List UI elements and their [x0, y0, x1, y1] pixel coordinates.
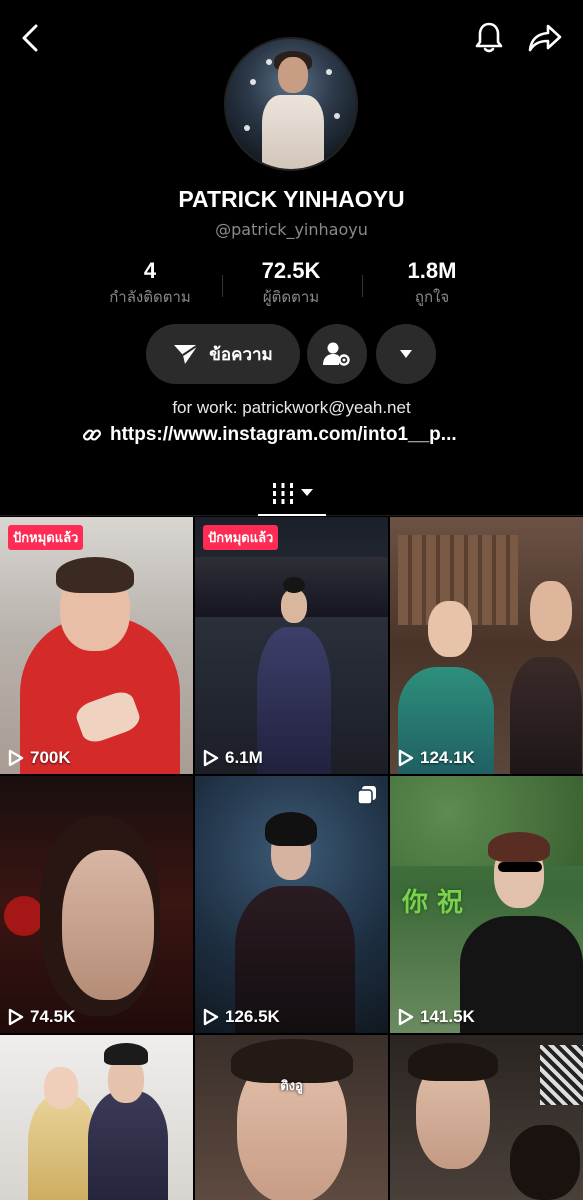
thumb-sunglasses — [498, 862, 542, 872]
thumb-figure-hair — [104, 1043, 148, 1065]
video-view-count: 141.5K — [398, 1007, 475, 1027]
profile-avatar[interactable] — [224, 37, 358, 171]
stat-followers-value: 72.5K — [261, 258, 321, 283]
triangle-down-icon — [400, 350, 412, 358]
thumb-dog — [510, 1125, 580, 1200]
thumb-figure-robe — [257, 627, 331, 774]
view-count-text: 6.1M — [225, 748, 263, 767]
person-gear-icon — [323, 342, 350, 366]
bell-icon — [475, 22, 503, 53]
play-outline-icon — [398, 749, 414, 767]
play-outline-icon — [8, 749, 24, 767]
notifications-button[interactable] — [470, 18, 508, 58]
thumb-pattern — [540, 1045, 583, 1105]
video-view-count: 124.1K — [398, 748, 475, 768]
thumb-figure-hair — [283, 577, 305, 593]
message-button-label: ข้อความ — [209, 344, 273, 365]
avatar-petal — [250, 79, 256, 85]
back-button[interactable] — [14, 20, 46, 56]
more-options-button[interactable] — [376, 324, 436, 384]
thumb-figure-face — [62, 850, 154, 1000]
thumb-figure-hair — [488, 832, 550, 862]
link-icon — [82, 429, 102, 441]
thumb-figure-robe — [510, 657, 582, 774]
profile-handle: @patrick_yinhaoyu — [215, 220, 368, 239]
stat-likes-value: 1.8M — [407, 258, 457, 283]
video-view-count: 126.5K — [203, 1007, 280, 1027]
stat-followers-label: ผู้ติดตาม — [262, 288, 320, 306]
stat-followers[interactable]: 72.5K ผู้ติดตาม — [221, 258, 361, 309]
thumb-figure-jacket — [460, 916, 583, 1033]
video-thumbnail[interactable]: 你 祝 141.5K — [390, 776, 583, 1033]
play-outline-icon — [398, 1008, 414, 1026]
video-thumbnail[interactable]: 126.5K — [195, 776, 388, 1033]
profile-bio: for work: patrickwork@yeah.net — [172, 398, 411, 417]
stat-likes-label: ถูกใจ — [414, 288, 450, 306]
paper-plane-icon — [174, 344, 199, 364]
play-outline-icon — [8, 1008, 24, 1026]
avatar-petal — [334, 113, 340, 119]
thumb-figure-face — [281, 589, 307, 623]
message-button[interactable]: ข้อความ — [146, 324, 300, 384]
avatar-petal — [266, 59, 272, 65]
video-thumbnail[interactable]: ติงอู — [195, 1035, 388, 1200]
avatar-petal — [326, 69, 332, 75]
tab-videos[interactable] — [258, 470, 326, 516]
thumb-figure-hair — [408, 1043, 498, 1081]
caret-down-icon — [301, 489, 313, 496]
pinned-badge: ปักหมุดแล้ว — [203, 525, 279, 550]
thumb-figure-face — [428, 601, 472, 657]
thumb-trees — [390, 776, 583, 866]
stat-following-label: กำลังติดตาม — [109, 288, 191, 306]
play-outline-icon — [203, 749, 219, 767]
thumb-figure-hair — [265, 812, 317, 846]
friend-settings-button[interactable] — [307, 324, 367, 384]
profile-link[interactable]: https://www.instagram.com/into1__p... — [82, 424, 522, 446]
thumb-figure-hair — [56, 557, 134, 593]
video-thumbnail[interactable] — [390, 1035, 583, 1200]
view-count-text: 700K — [30, 748, 71, 767]
share-button[interactable] — [525, 18, 565, 58]
view-count-text: 124.1K — [420, 748, 475, 767]
multi-image-icon — [357, 786, 376, 805]
videos-grid-icon — [273, 483, 293, 504]
video-caption: ติงอู — [280, 1079, 303, 1094]
pinned-badge: ปักหมุดแล้ว — [8, 525, 84, 550]
video-thumbnail[interactable]: ปักหมุดแล้ว 6.1M — [195, 517, 388, 774]
stat-likes[interactable]: 1.8M ถูกใจ — [362, 258, 502, 309]
video-thumbnail[interactable]: 74.5K — [0, 776, 193, 1033]
content-tab-bar — [0, 470, 583, 516]
video-view-count: 700K — [8, 748, 71, 768]
stat-following-value: 4 — [143, 258, 157, 283]
video-view-count: 74.5K — [8, 1007, 75, 1027]
play-outline-icon — [203, 1008, 219, 1026]
view-count-text: 141.5K — [420, 1007, 475, 1026]
view-count-text: 74.5K — [30, 1007, 76, 1026]
thumb-red-flower — [4, 896, 44, 936]
avatar-figure-head — [278, 57, 308, 93]
video-thumbnail[interactable] — [0, 1035, 193, 1200]
thumb-figure-face — [44, 1067, 78, 1109]
video-thumbnail[interactable]: ปักหมุดแล้ว 700K — [0, 517, 193, 774]
chevron-left-icon — [22, 24, 38, 52]
active-tab-indicator — [258, 514, 326, 516]
stat-following[interactable]: 4 กำลังติดตาม — [80, 258, 220, 309]
video-thumbnail[interactable]: 124.1K — [390, 517, 583, 774]
video-view-count: 6.1M — [203, 748, 263, 768]
thumb-figure-robe — [88, 1091, 168, 1200]
avatar-petal — [244, 125, 250, 131]
video-caption: 你 祝 — [401, 888, 464, 918]
view-count-text: 126.5K — [225, 1007, 280, 1026]
profile-link-text: https://www.instagram.com/into1__p... — [110, 424, 457, 445]
avatar-figure-body — [262, 95, 324, 169]
thumb-figure-face — [530, 581, 572, 641]
profile-display-name: PATRICK YINHAOYU — [178, 186, 405, 212]
share-arrow-icon — [528, 24, 562, 52]
